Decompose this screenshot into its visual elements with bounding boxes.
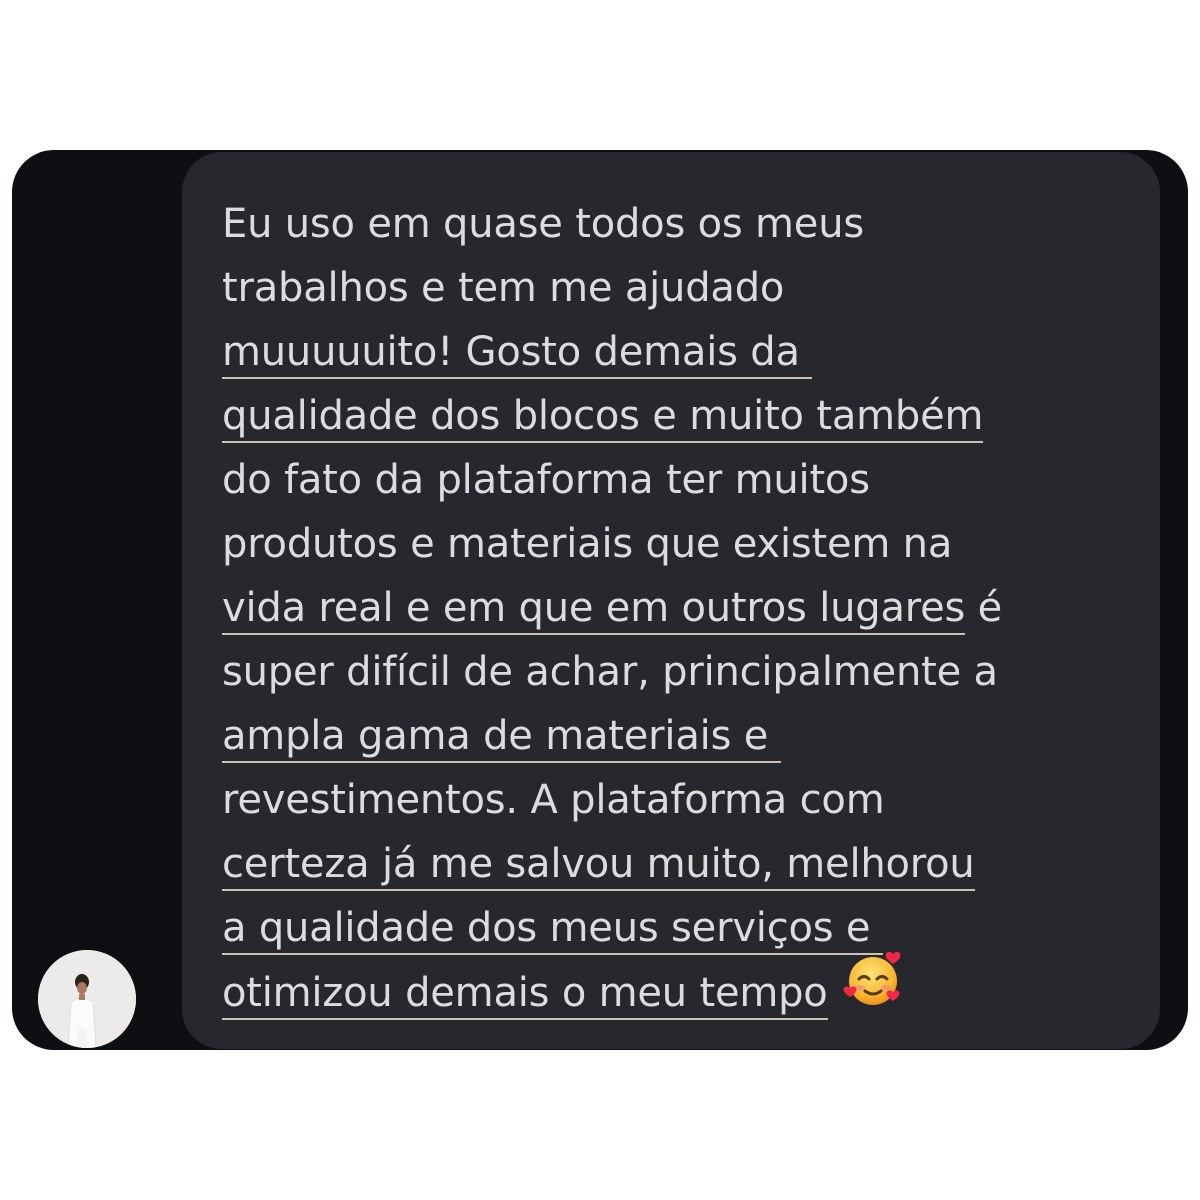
highlighted-line-text: qualidade dos blocos e muito também: [222, 393, 983, 443]
message-line-9: ampla gama de materiais e: [222, 704, 1142, 768]
message-line-tail: é: [965, 585, 1003, 631]
message-line-text: do fato da plataforma ter muitos: [222, 457, 870, 503]
message-line-11: certeza já me salvou muito, melhorou: [222, 832, 1142, 896]
highlighted-line-text: otimizou demais o meu tempo: [222, 969, 828, 1020]
message-line-10: revestimentos. A plataforma com: [222, 768, 1142, 832]
avatar[interactable]: [38, 950, 136, 1048]
smiling-face-with-hearts-icon: [842, 948, 904, 1029]
message-line-text: produtos e materiais que existem na: [222, 521, 953, 567]
chat-screenshot-frame: Eu uso em quase todos os meus trabalhos …: [12, 150, 1188, 1050]
highlighted-line-text: muuuuuito! Gosto demais da: [222, 329, 813, 379]
message-line-text: super difícil de achar, principalmente a: [222, 649, 998, 695]
message-line-13: otimizou demais o meu tempo: [222, 951, 1142, 1024]
message-line-2: trabalhos e tem me ajudado: [222, 256, 1142, 320]
message-line-6: produtos e materiais que existem na: [222, 512, 1142, 576]
message-line-8: super difícil de achar, principalmente a: [222, 640, 1142, 704]
message-line-5: do fato da plataforma ter muitos: [222, 448, 1142, 512]
message-line-4: qualidade dos blocos e muito também: [222, 384, 1142, 448]
message-line-1: Eu uso em quase todos os meus: [222, 192, 1142, 256]
message-line-12: a qualidade dos meus serviços e: [222, 896, 1142, 960]
person-photo-icon: [38, 950, 136, 1048]
message-text: Eu uso em quase todos os meus trabalhos …: [222, 192, 1142, 1024]
message-line-3: muuuuuito! Gosto demais da: [222, 320, 1142, 384]
highlighted-line-text: a qualidade dos meus serviços e: [222, 905, 883, 955]
highlighted-line-text: vida real e em que em outros lugares: [222, 585, 965, 635]
message-line-7: vida real e em que em outros lugares é: [222, 576, 1142, 640]
highlighted-line-text: ampla gama de materiais e: [222, 713, 781, 763]
message-line-text: revestimentos. A plataforma com: [222, 777, 885, 823]
highlighted-line-text: certeza já me salvou muito, melhorou: [222, 841, 975, 891]
message-line-text: trabalhos e tem me ajudado: [222, 265, 785, 311]
message-line-text: Eu uso em quase todos os meus: [222, 201, 864, 247]
message-bubble[interactable]: Eu uso em quase todos os meus trabalhos …: [182, 152, 1160, 1049]
